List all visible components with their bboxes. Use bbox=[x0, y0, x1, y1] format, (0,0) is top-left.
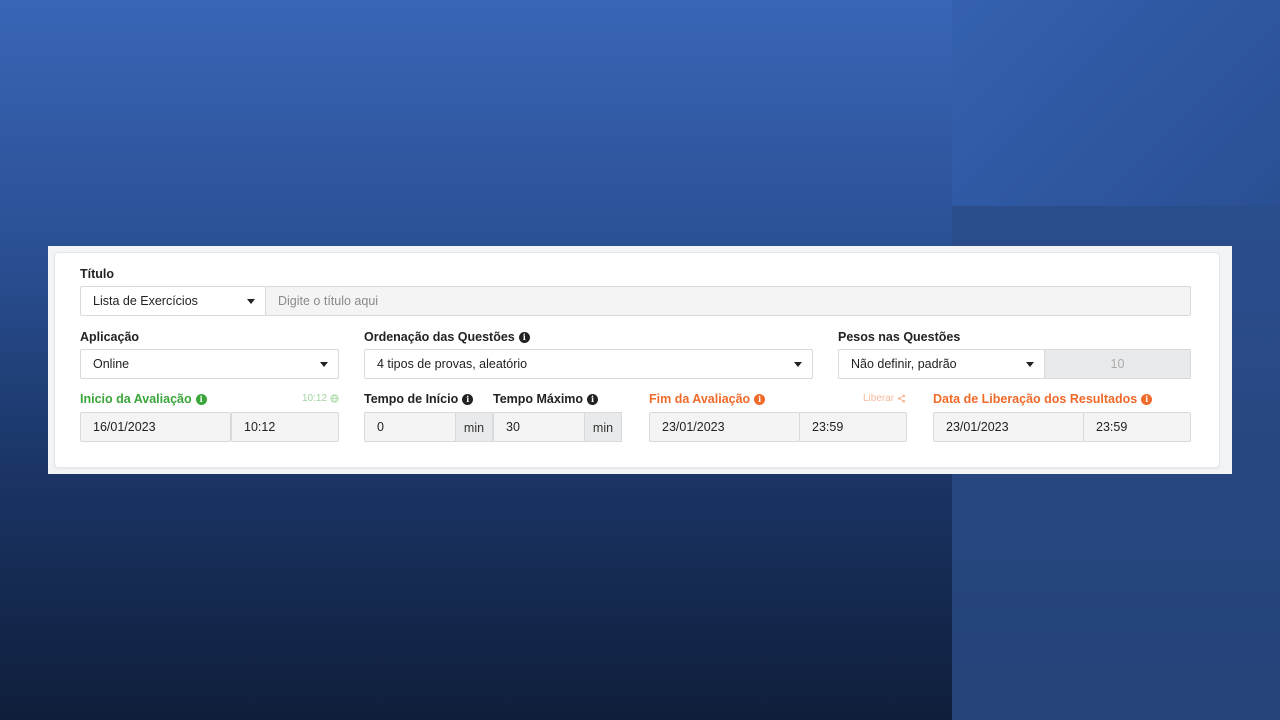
pesos-weight-input: 10 bbox=[1044, 349, 1191, 379]
fim-date-input[interactable]: 23/01/2023 bbox=[649, 412, 800, 442]
chevron-down-icon bbox=[1026, 362, 1034, 367]
aplicacao-label-text: Aplicação bbox=[80, 330, 140, 344]
info-icon[interactable]: i bbox=[518, 331, 530, 343]
form-card: Título Lista de Exercícios Digite o títu… bbox=[54, 252, 1220, 468]
background-right-top bbox=[952, 0, 1280, 206]
ordenacao-select[interactable]: 4 tipos de provas, aleatório bbox=[364, 349, 813, 379]
pesos-value: Não definir, padrão bbox=[851, 357, 957, 371]
tempo-maximo-label: Tempo Máximo i bbox=[493, 392, 599, 406]
fim-release-link[interactable]: Liberar bbox=[863, 393, 906, 404]
chevron-down-icon bbox=[247, 299, 255, 304]
liberacao-time-input[interactable]: 23:59 bbox=[1083, 412, 1191, 442]
aplicacao-label: Aplicação bbox=[80, 330, 139, 344]
aplicacao-select[interactable]: Online bbox=[80, 349, 339, 379]
titulo-type-select[interactable]: Lista de Exercícios bbox=[80, 286, 266, 316]
globe-icon bbox=[330, 394, 339, 403]
tempo-maximo-value: 30 bbox=[506, 420, 520, 434]
tempo-inicio-label: Tempo de Início i bbox=[364, 392, 474, 406]
ordenacao-label: Ordenação das Questões i bbox=[364, 330, 530, 344]
inicio-date-input[interactable]: 16/01/2023 bbox=[80, 412, 231, 442]
ordenacao-label-text: Ordenação das Questões bbox=[364, 330, 515, 344]
tempo-inicio-input[interactable]: 0 bbox=[364, 412, 456, 442]
titulo-placeholder: Digite o título aqui bbox=[278, 294, 379, 308]
tempo-maximo-unit: min bbox=[584, 412, 622, 442]
tempo-inicio-unit-text: min bbox=[463, 421, 485, 435]
tempo-maximo-input[interactable]: 30 bbox=[493, 412, 585, 442]
liberacao-date-value: 23/01/2023 bbox=[946, 420, 1009, 434]
titulo-label-text: Título bbox=[80, 267, 115, 281]
info-icon[interactable]: i bbox=[195, 393, 207, 405]
chevron-down-icon bbox=[320, 362, 328, 367]
inicio-now-text: 10:12 bbox=[302, 393, 328, 404]
fim-date-value: 23/01/2023 bbox=[662, 420, 725, 434]
tempo-inicio-value: 0 bbox=[377, 420, 384, 434]
tempo-inicio-unit: min bbox=[455, 412, 493, 442]
pesos-select[interactable]: Não definir, padrão bbox=[838, 349, 1045, 379]
ordenacao-value: 4 tipos de provas, aleatório bbox=[377, 357, 528, 371]
tempo-inicio-label-text: Tempo de Início bbox=[364, 392, 459, 406]
inicio-time-input[interactable]: 10:12 bbox=[231, 412, 339, 442]
titulo-type-value: Lista de Exercícios bbox=[93, 294, 198, 308]
fim-label-text: Fim da Avaliação bbox=[649, 392, 751, 406]
fim-time-input[interactable]: 23:59 bbox=[799, 412, 907, 442]
fim-time-value: 23:59 bbox=[812, 420, 844, 434]
fim-release-text: Liberar bbox=[863, 393, 895, 404]
pesos-weight-value: 10 bbox=[1110, 357, 1125, 371]
tempo-maximo-label-text: Tempo Máximo bbox=[493, 392, 584, 406]
titulo-input[interactable]: Digite o título aqui bbox=[265, 286, 1191, 316]
inicio-label: Inicio da Avaliação i bbox=[80, 392, 207, 406]
liberacao-label-text: Data de Liberação dos Resultados bbox=[933, 392, 1138, 406]
liberacao-time-value: 23:59 bbox=[1096, 420, 1128, 434]
liberacao-label: Data de Liberação dos Resultados i bbox=[933, 392, 1153, 406]
form-panel: Título Lista de Exercícios Digite o títu… bbox=[48, 246, 1232, 474]
titulo-label: Título bbox=[80, 267, 114, 281]
info-icon[interactable]: i bbox=[754, 393, 766, 405]
info-icon[interactable]: i bbox=[462, 393, 474, 405]
pesos-label-text: Pesos nas Questões bbox=[838, 330, 961, 344]
aplicacao-value: Online bbox=[93, 357, 130, 371]
chevron-down-icon bbox=[794, 362, 802, 367]
fim-label: Fim da Avaliação i bbox=[649, 392, 766, 406]
inicio-time-value: 10:12 bbox=[244, 420, 276, 434]
pesos-label: Pesos nas Questões bbox=[838, 330, 960, 344]
info-icon[interactable]: i bbox=[1141, 393, 1153, 405]
inicio-now-link[interactable]: 10:12 bbox=[302, 393, 339, 404]
liberacao-date-input[interactable]: 23/01/2023 bbox=[933, 412, 1084, 442]
inicio-label-text: Inicio da Avaliação bbox=[80, 392, 192, 406]
share-icon bbox=[898, 394, 906, 403]
inicio-date-value: 16/01/2023 bbox=[93, 420, 156, 434]
info-icon[interactable]: i bbox=[587, 393, 599, 405]
tempo-maximo-unit-text: min bbox=[592, 421, 614, 435]
